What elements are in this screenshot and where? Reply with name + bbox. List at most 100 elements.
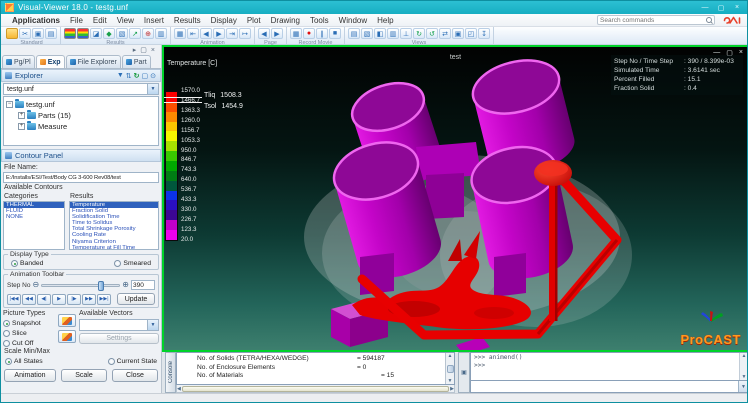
- python-command-input[interactable]: [471, 383, 738, 391]
- sort-icon[interactable]: ⇅: [125, 72, 133, 80]
- result-tools-icon[interactable]: ▥: [155, 28, 167, 39]
- playback-button[interactable]: ◀◀: [22, 294, 36, 305]
- tree-row-parts[interactable]: + Parts (15): [4, 110, 158, 121]
- expander-icon[interactable]: +: [18, 123, 25, 130]
- animation-panel-icon[interactable]: ▦: [174, 28, 186, 39]
- export-animation-icon[interactable]: ↦: [239, 28, 251, 39]
- copy-icon[interactable]: ▣: [32, 28, 44, 39]
- refresh-icon[interactable]: ↻: [133, 72, 141, 80]
- list-item[interactable]: Temperature at Fill Time: [70, 245, 158, 250]
- pan-icon[interactable]: ⇄: [439, 28, 451, 39]
- contour-bands-icon[interactable]: [77, 28, 89, 39]
- model-file-combo[interactable]: testg.unf ▼: [3, 83, 159, 95]
- tab-exp[interactable]: Exp: [36, 55, 65, 68]
- scale-minmax-radio[interactable]: All States: [5, 358, 43, 365]
- console-tab[interactable]: Console: [165, 352, 176, 393]
- chevron-down-icon[interactable]: ▼: [147, 84, 158, 94]
- cutoff-tool-button[interactable]: [58, 330, 76, 343]
- display-type-radio[interactable]: Smeared: [114, 260, 151, 267]
- print-icon[interactable]: ▥: [387, 28, 399, 39]
- vectors-combo[interactable]: ▼: [79, 319, 159, 331]
- scroll-down-icon[interactable]: ▼: [448, 378, 453, 384]
- tab-file-explorer[interactable]: File Explorer: [66, 55, 121, 68]
- first-frame-icon[interactable]: ⇤: [187, 28, 199, 39]
- vector-plot-icon[interactable]: ↗: [129, 28, 141, 39]
- scroll-thumb[interactable]: [182, 386, 449, 392]
- scroll-up-icon[interactable]: ▲: [448, 353, 453, 359]
- last-frame-icon[interactable]: ⇥: [226, 28, 238, 39]
- page-layout-icon[interactable]: ▤: [348, 28, 360, 39]
- maximize-button[interactable]: ▢: [713, 2, 729, 13]
- title-bar[interactable]: Visual-Viewer 18.0 - testg.unf — ▢ ×: [1, 1, 748, 14]
- minimize-button[interactable]: —: [697, 2, 713, 13]
- menu-item[interactable]: File: [65, 14, 88, 27]
- pause-icon[interactable]: ∥: [316, 28, 328, 39]
- picture-type-radio[interactable]: Slice: [3, 330, 55, 337]
- step-decrease-icon[interactable]: ⊖: [33, 281, 40, 289]
- console-vscrollbar[interactable]: ▲ ▼: [445, 353, 454, 384]
- fit-view-icon[interactable]: ▣: [452, 28, 464, 39]
- scroll-right-icon[interactable]: ▶: [450, 386, 454, 392]
- search-input[interactable]: [600, 17, 706, 24]
- zoom-window-icon[interactable]: ◰: [465, 28, 477, 39]
- anchor-icon[interactable]: ↧: [478, 28, 490, 39]
- update-button[interactable]: Update: [117, 293, 155, 305]
- playback-button[interactable]: |▶: [67, 294, 81, 305]
- menu-item[interactable]: Drawing: [266, 14, 305, 27]
- scroll-down-icon[interactable]: ▼: [742, 374, 747, 380]
- iso-surface-icon[interactable]: ◆: [103, 28, 115, 39]
- step-slider[interactable]: [41, 284, 120, 287]
- paste-icon[interactable]: ▤: [45, 28, 57, 39]
- menu-item[interactable]: Tools: [305, 14, 334, 27]
- tab-part[interactable]: Part: [122, 55, 151, 68]
- probe-icon[interactable]: ⊕: [142, 28, 154, 39]
- picture-type-radio[interactable]: Cut Off: [3, 340, 55, 347]
- menu-item[interactable]: Display: [206, 14, 242, 27]
- menu-item[interactable]: Window: [334, 14, 372, 27]
- rotate-icon[interactable]: ↻: [413, 28, 425, 39]
- scale-minmax-radio[interactable]: Current State: [108, 358, 157, 365]
- materials-icon[interactable]: ▧: [116, 28, 128, 39]
- new-window-icon[interactable]: ▢: [141, 72, 150, 80]
- cutting-plane-icon[interactable]: ◪: [90, 28, 102, 39]
- tree-row-root[interactable]: − testg.unf: [4, 99, 158, 110]
- display-type-radio[interactable]: Banded: [11, 260, 43, 267]
- close-panel-icon[interactable]: ×: [151, 47, 155, 54]
- menu-item[interactable]: Results: [169, 14, 206, 27]
- animation-button[interactable]: Animation: [4, 369, 56, 382]
- previous-page-icon[interactable]: ◀: [258, 28, 270, 39]
- expander-icon[interactable]: −: [6, 101, 13, 108]
- previous-frame-icon[interactable]: ◀: [200, 28, 212, 39]
- step-increase-icon[interactable]: ⊕: [122, 281, 129, 289]
- pin-panel-icon[interactable]: ▸: [133, 46, 137, 54]
- python-vscrollbar[interactable]: ▲ ▼: [739, 353, 748, 380]
- menu-item[interactable]: View: [112, 14, 139, 27]
- grid-icon[interactable]: ▣: [461, 369, 467, 376]
- slice-tool-button[interactable]: [58, 314, 76, 327]
- playback-button[interactable]: ▶▶|: [97, 294, 111, 305]
- stop-icon[interactable]: ■: [329, 28, 341, 39]
- menu-item[interactable]: Help: [372, 14, 398, 27]
- next-page-icon[interactable]: ▶: [271, 28, 283, 39]
- capture-frame-icon[interactable]: ▦: [290, 28, 302, 39]
- menu-item[interactable]: Applications: [7, 14, 65, 27]
- console-hscrollbar[interactable]: ◀ ▶: [176, 385, 455, 393]
- chevron-down-icon[interactable]: ▼: [738, 381, 748, 392]
- play-icon[interactable]: ▶: [213, 28, 225, 39]
- settings-button[interactable]: Settings: [79, 333, 159, 344]
- menu-item[interactable]: Plot: [242, 14, 266, 27]
- orbit-icon[interactable]: ↺: [426, 28, 438, 39]
- viewport-3d[interactable]: test — ▢ × Temperature [C] 1570.01466.71…: [162, 45, 748, 352]
- scroll-thumb[interactable]: [447, 365, 454, 373]
- expander-icon[interactable]: +: [18, 112, 25, 119]
- render-mode-icon[interactable]: ▧: [361, 28, 373, 39]
- cut-icon[interactable]: ✂: [19, 28, 31, 39]
- slider-thumb[interactable]: [98, 281, 104, 291]
- search-box[interactable]: [597, 15, 715, 25]
- axes-triad-icon[interactable]: ⊥: [400, 28, 412, 39]
- tab-pgpl[interactable]: Pg/Pl: [2, 55, 35, 68]
- load-results-icon[interactable]: [64, 28, 76, 39]
- options-icon[interactable]: ⊙: [149, 72, 157, 80]
- close-button[interactable]: ×: [729, 2, 745, 13]
- picture-type-radio[interactable]: Snapshot: [3, 320, 55, 327]
